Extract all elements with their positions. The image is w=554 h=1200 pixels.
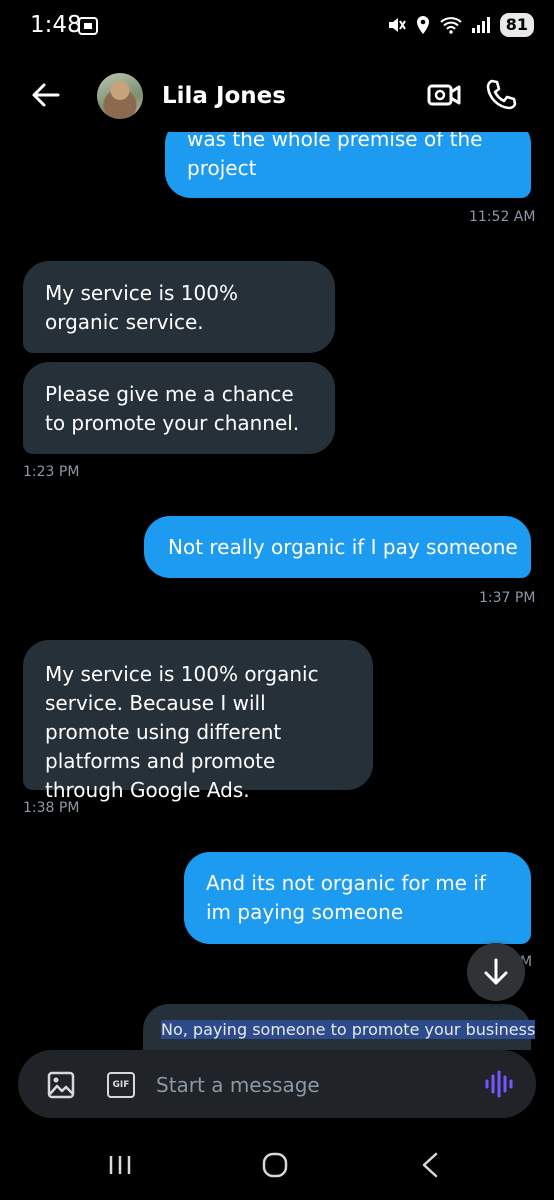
location-icon	[416, 16, 429, 34]
scroll-down-arrow-icon	[484, 958, 508, 985]
contact-name[interactable]: Lila Jones	[162, 83, 286, 109]
message-input[interactable]	[154, 1068, 458, 1102]
mute-icon	[388, 18, 406, 32]
home-icon[interactable]	[262, 1152, 288, 1178]
message-text: Please give me a chance to promote your …	[45, 382, 300, 435]
battery-indicator: 81	[499, 13, 534, 37]
status-icons: 81	[386, 13, 534, 37]
phone-icon[interactable]	[484, 78, 518, 112]
video-call-icon[interactable]	[427, 80, 461, 110]
screenshot-icon	[78, 17, 98, 35]
message-thread[interactable]: was the whole premise of the project 11:…	[0, 132, 554, 1050]
message-bubble-outgoing[interactable]: Not really organic if I pay someone	[144, 516, 531, 578]
message-timestamp: 1:37 PM	[479, 590, 536, 606]
message-text: Not really organic if I pay someone	[168, 535, 518, 559]
image-icon[interactable]	[47, 1071, 75, 1099]
voice-message-icon[interactable]	[484, 1070, 514, 1098]
wifi-icon	[440, 17, 462, 34]
message-text: My service is 100% organic service.	[45, 281, 238, 334]
avatar[interactable]	[97, 73, 143, 119]
message-bubble-incoming[interactable]: My service is 100% organic service.	[23, 261, 335, 353]
signal-icon	[471, 17, 490, 33]
message-bubble-outgoing[interactable]: And its not organic for me if im paying …	[184, 852, 531, 944]
status-bar: 1:48 81	[0, 0, 554, 56]
message-bubble-outgoing[interactable]: No, paying someone to promote your busin…	[143, 1004, 536, 1050]
message-composer: GIF	[18, 1050, 536, 1118]
message-bubble-incoming[interactable]: My service is 100% organic service. Beca…	[23, 640, 373, 802]
message-text: was the whole premise of the project	[187, 132, 483, 180]
message-timestamp: 11:52 AM	[469, 209, 536, 225]
status-time: 1:48	[30, 12, 82, 38]
system-navigation-bar	[0, 1128, 554, 1200]
nav-back-icon[interactable]	[420, 1152, 440, 1178]
message-text: No, paying someone to promote your busin…	[161, 1020, 536, 1039]
gif-icon[interactable]: GIF	[107, 1072, 135, 1098]
back-arrow-icon[interactable]	[30, 80, 62, 110]
message-timestamp: 1:38 PM	[23, 800, 80, 816]
scroll-to-bottom-button[interactable]	[467, 943, 525, 1001]
message-timestamp: 1:23 PM	[23, 464, 80, 480]
message-bubble-outgoing[interactable]: was the whole premise of the project	[165, 132, 531, 198]
message-text: And its not organic for me if im paying …	[206, 871, 486, 924]
conversation-header: Lila Jones	[0, 56, 554, 132]
recents-icon[interactable]	[108, 1154, 132, 1176]
message-bubble-incoming[interactable]: Please give me a chance to promote your …	[23, 362, 335, 454]
message-text: My service is 100% organic service. Beca…	[45, 662, 319, 802]
